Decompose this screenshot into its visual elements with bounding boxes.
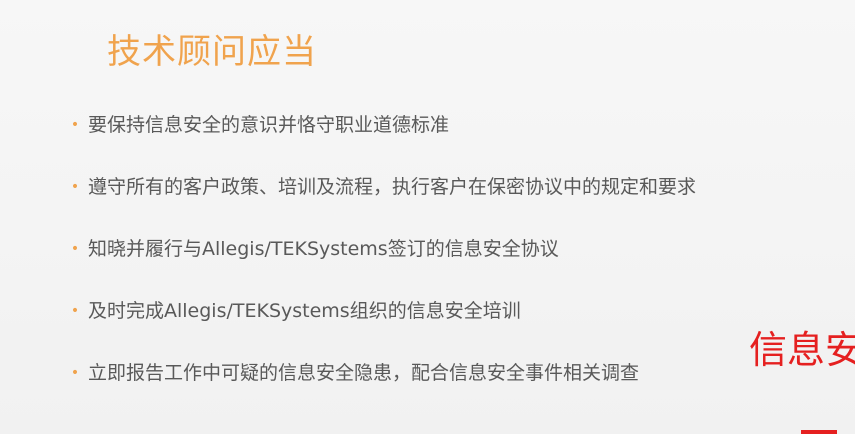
bullet-item-security-agreement: • 知晓并履行与Allegis/TEKSystems签订的信息安全协议 [68, 239, 848, 259]
bullet-icon: • [70, 117, 80, 133]
bullet-item-security-training: • 及时完成Allegis/TEKSystems组织的信息安全培训 [68, 301, 848, 321]
bullet-text: 知晓并履行与Allegis/TEKSystems签订的信息安全协议 [88, 238, 559, 260]
side-heading-fragment: 信息安 [748, 328, 855, 372]
bullet-text: 立即报告工作中可疑的信息安全隐患，配合信息安全事件相关调查 [88, 362, 640, 384]
red-accent-mark [801, 430, 837, 434]
bullet-item-report-risks: • 立即报告工作中可疑的信息安全隐患，配合信息安全事件相关调查 [68, 363, 848, 383]
bullet-text: 及时完成Allegis/TEKSystems组织的信息安全培训 [88, 300, 521, 322]
bullet-text: 遵守所有的客户政策、培训及流程，执行客户在保密协议中的规定和要求 [88, 176, 697, 198]
bullet-icon: • [70, 365, 80, 381]
bullet-icon: • [70, 303, 80, 319]
presentation-slide: 技术顾问应当 • 要保持信息安全的意识并恪守职业道德标准 • 遵守所有的客户政策… [0, 0, 855, 434]
bullet-text: 要保持信息安全的意识并恪守职业道德标准 [88, 114, 450, 136]
bullet-item-security-awareness: • 要保持信息安全的意识并恪守职业道德标准 [68, 115, 848, 135]
bullet-icon: • [70, 179, 80, 195]
bullet-item-client-policies: • 遵守所有的客户政策、培训及流程，执行客户在保密协议中的规定和要求 [68, 177, 848, 197]
bullet-list: • 要保持信息安全的意识并恪守职业道德标准 • 遵守所有的客户政策、培训及流程，… [68, 115, 848, 383]
bullet-icon: • [70, 241, 80, 257]
slide-title: 技术顾问应当 [107, 32, 317, 72]
